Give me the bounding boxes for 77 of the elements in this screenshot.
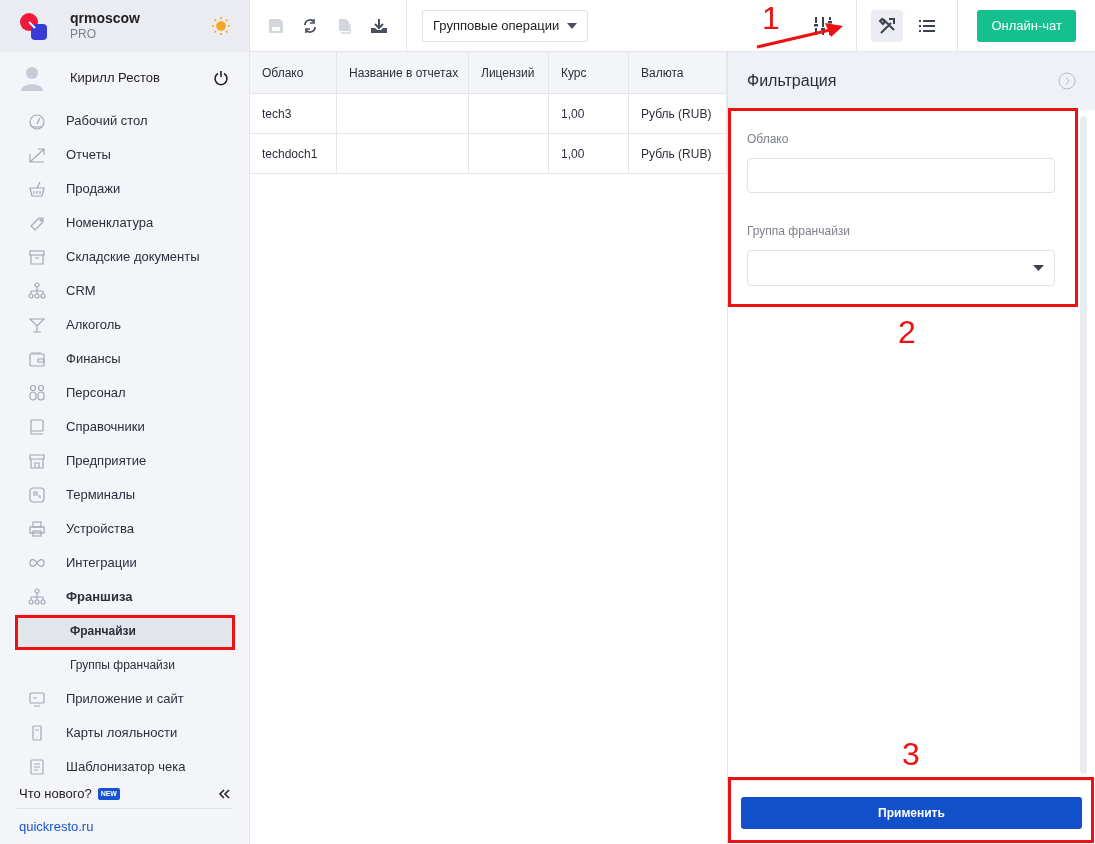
nav-item[interactable]: Алкоголь xyxy=(0,308,249,342)
nav-item[interactable]: Интеграции xyxy=(0,546,249,580)
annotation-number: 1 xyxy=(762,2,780,34)
tools-button[interactable] xyxy=(871,9,904,42)
nav-item[interactable]: Отчеты xyxy=(0,138,249,172)
chevron-circle-icon xyxy=(1058,72,1076,90)
table-cell: 1,00 xyxy=(549,94,629,133)
nav-item[interactable]: Рабочий стол xyxy=(0,104,249,138)
nav-item[interactable]: Шаблонизатор чека xyxy=(0,750,249,780)
tag-icon xyxy=(28,214,46,232)
apply-button[interactable]: Применить xyxy=(741,796,1082,829)
printer-icon xyxy=(28,520,46,538)
hierarchy-icon xyxy=(28,282,46,300)
glass-icon xyxy=(28,316,46,334)
annotation-number: 2 xyxy=(898,316,916,348)
caret-icon xyxy=(567,22,578,29)
field-label: Облако xyxy=(747,131,790,148)
nav-item[interactable]: Карты лояльности xyxy=(0,716,249,750)
table-cell: 1,00 xyxy=(549,134,629,173)
wallet-icon xyxy=(28,350,46,368)
sun-icon xyxy=(211,16,231,36)
table-cell: techdoch1 xyxy=(250,134,337,173)
column-header[interactable]: Название в отчетах xyxy=(337,52,469,93)
nav-item[interactable]: CRM xyxy=(0,274,249,308)
nav-item[interactable]: Предприятие xyxy=(0,444,249,478)
refresh-icon xyxy=(302,17,318,34)
account-name: qrmoscow xyxy=(70,9,141,28)
collapse-icon xyxy=(218,789,230,799)
user-name: Кирилл Рестов xyxy=(70,69,161,88)
nav-item[interactable]: Складские документы xyxy=(0,240,249,274)
table-cell: Рубль (RUB) xyxy=(629,94,727,133)
nav-item[interactable]: Продажи xyxy=(0,172,249,206)
nav-subitem[interactable]: Франчайзи xyxy=(17,614,232,648)
store-icon xyxy=(28,452,46,470)
nav-item[interactable]: Франшиза xyxy=(0,580,249,614)
text-field[interactable] xyxy=(747,158,1055,193)
column-header[interactable]: Облако xyxy=(250,52,337,93)
gauge-icon xyxy=(28,112,46,130)
box-icon xyxy=(28,248,46,266)
monitor-icon xyxy=(28,690,46,708)
field-label: Группа франчайзи xyxy=(747,223,852,240)
nav-item[interactable]: Справочники xyxy=(0,410,249,444)
people-icon xyxy=(28,384,46,402)
table-cell: Рубль (RUB) xyxy=(629,134,727,173)
whats-new-link[interactable]: Что нового? xyxy=(19,784,92,804)
caret-icon xyxy=(1033,265,1044,271)
nav-item[interactable]: Персонал xyxy=(0,376,249,410)
nav-item[interactable]: Финансы xyxy=(0,342,249,376)
nav-item[interactable]: Номенклатура xyxy=(0,206,249,240)
book-icon xyxy=(28,418,46,436)
receipt-icon xyxy=(28,758,46,776)
panel-title: Фильтрация xyxy=(747,71,838,91)
nav-item[interactable]: Устройства xyxy=(0,512,249,546)
plan-label: PRO xyxy=(70,27,97,43)
column-header[interactable]: Курс xyxy=(549,52,629,93)
table-cell: tech3 xyxy=(250,94,337,133)
hierarchy-icon xyxy=(28,588,46,606)
save-icon xyxy=(268,17,284,34)
group-operations-dropdown[interactable]: Групповые операции xyxy=(422,9,589,42)
power-icon xyxy=(213,70,229,86)
qr-icon xyxy=(28,486,46,504)
basket-icon xyxy=(28,180,46,198)
logo-icon xyxy=(18,11,48,41)
column-header[interactable]: Валюта xyxy=(629,52,727,93)
tools-icon xyxy=(878,16,897,35)
avatar-icon xyxy=(20,65,44,91)
list-icon xyxy=(919,18,936,33)
group-select[interactable] xyxy=(747,250,1055,286)
nav-item[interactable]: Терминалы xyxy=(0,478,249,512)
site-link[interactable]: quickresto.ru xyxy=(17,816,94,837)
nav-subitem[interactable]: Группы франчайзи xyxy=(17,648,232,682)
nav-item[interactable]: Приложение и сайт xyxy=(0,682,249,716)
annotation-number: 3 xyxy=(902,738,920,770)
copy-icon xyxy=(336,17,352,34)
chart-icon xyxy=(28,146,46,164)
download-icon xyxy=(370,17,388,34)
column-header[interactable]: Лицензий xyxy=(469,52,549,93)
